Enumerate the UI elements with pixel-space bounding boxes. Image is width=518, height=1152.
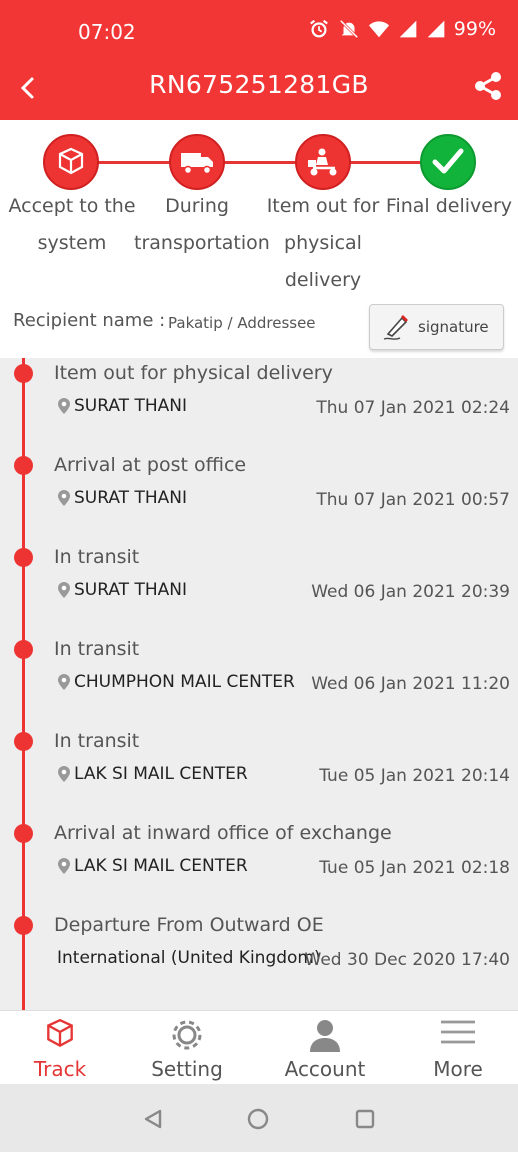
event-time: Tue 05 Jan 2021 20:14 [319,766,510,786]
gear-icon [172,1020,202,1050]
delivery-progress-panel: Accept to the system During transportati… [0,120,518,358]
menu-icon [441,1020,475,1044]
nav-setting-label: Setting [151,1057,223,1081]
step-accept-circle [43,134,99,190]
event-time: Wed 06 Jan 2021 20:39 [311,582,510,602]
timeline-dot [14,548,33,567]
signal-icon [399,20,417,38]
nav-track[interactable]: Track [0,1011,120,1085]
bottom-navigation: Track Setting Account More [0,1010,518,1084]
event-time: Thu 07 Jan 2021 00:57 [316,490,510,510]
delivery-scooter-icon [308,148,337,176]
event-location-text: SURAT THANI [74,488,187,508]
share-button[interactable] [470,66,506,106]
app-bar: RN675251281GB [0,56,518,120]
system-recents-icon[interactable] [354,1108,376,1130]
status-time: 07:02 [78,20,136,44]
event-title: Departure From Outward OE [54,914,324,936]
share-icon [475,72,501,100]
location-pin-icon [58,490,70,506]
location-pin-icon [58,398,70,414]
timeline-dot [14,732,33,751]
step-out-for-delivery-circle [295,134,351,190]
timeline-event: Departure From Outward OE International (… [0,914,518,1006]
package-icon [47,1018,73,1048]
status-icons: 99% [308,18,496,40]
event-location: LAK SI MAIL CENTER [57,764,248,784]
event-location: SURAT THANI [57,488,187,508]
step-label-transport: During transportation [134,195,270,254]
event-time: Thu 07 Jan 2021 02:24 [316,398,510,418]
location-pin-icon [58,858,70,874]
location-pin-icon [58,674,70,690]
timeline-dot [14,916,33,935]
event-location: CHUMPHON MAIL CENTER [57,672,295,692]
tracking-timeline[interactable]: Item out for physical delivery SURAT THAN… [0,358,518,1010]
tracking-number-title: RN675251281GB [149,70,369,99]
truck-icon [181,153,213,175]
event-title: Arrival at inward office of exchange [54,822,392,844]
step-label-final: Final delivery [385,195,513,217]
nav-account-label: Account [284,1057,366,1081]
step-label-accept: Accept to the system [8,195,136,254]
timeline-event: Item out for physical delivery SURAT THAN… [0,362,518,454]
status-bar: 07:02 99% [0,0,518,64]
timeline-dot [14,456,33,475]
location-pin-icon [58,766,70,782]
event-location: SURAT THANI [57,396,187,416]
step-final-delivery-circle [420,134,476,190]
timeline-event: In transit CHUMPHON MAIL CENTER Wed 06 Jan… [0,638,518,730]
timeline-dot [14,640,33,659]
wifi-icon [368,21,389,38]
timeline-event: In transit SURAT THANI Wed 06 Jan 2021 20:… [0,546,518,638]
nav-more-label: More [433,1057,483,1081]
event-title: In transit [54,730,140,752]
event-time: Wed 30 Dec 2020 17:40 [304,950,510,970]
step-transport-circle [169,134,225,190]
system-back-icon[interactable] [142,1108,164,1130]
timeline-event: Arrival at post office SURAT THANI Thu 07 … [0,454,518,546]
nav-track-label: Track [33,1057,87,1081]
step-label-out-for-delivery: Item out for physical delivery [266,195,380,291]
event-location-text: SURAT THANI [74,396,187,416]
event-location-text: LAK SI MAIL CENTER [74,856,248,876]
timeline-dot [14,824,33,843]
event-location: LAK SI MAIL CENTER [57,856,248,876]
event-title: Arrival at post office [54,454,247,476]
timeline-event: In transit LAK SI MAIL CENTER Tue 05 Jan 2… [0,730,518,822]
pen-icon [383,315,408,340]
event-location-text: CHUMPHON MAIL CENTER [74,672,295,692]
progress-line [70,161,448,164]
event-location: International (United Kingdom) [57,948,321,968]
nav-account[interactable]: Account [265,1011,385,1085]
system-navigation-bar [0,1084,518,1152]
nav-setting[interactable]: Setting [127,1011,247,1085]
alarm-icon [309,19,328,38]
recipient-value: Pakatip / Addressee [168,314,316,332]
timeline-event: Arrival at inward office of exchange LAK … [0,822,518,914]
nav-more[interactable]: More [398,1011,518,1085]
signal-roaming-icon [427,20,445,38]
user-icon [310,1020,340,1052]
event-location-text: SURAT THANI [74,580,187,600]
event-location: SURAT THANI [57,580,187,600]
checkmark-icon [432,148,464,174]
battery-level: 99% [453,18,496,40]
event-time: Tue 05 Jan 2021 02:18 [319,858,510,878]
system-home-icon[interactable] [247,1108,269,1130]
event-title: Item out for physical delivery [54,362,333,384]
mute-bell-icon [339,19,358,39]
event-title: In transit [54,546,140,568]
event-time: Wed 06 Jan 2021 11:20 [311,674,510,694]
event-title: In transit [54,638,140,660]
event-location-text: International (United Kingdom) [57,948,321,968]
signature-button[interactable]: signature [369,304,504,350]
signature-label: signature [418,318,489,336]
event-location-text: LAK SI MAIL CENTER [74,764,248,784]
package-icon [58,147,84,175]
location-pin-icon [58,582,70,598]
recipient-label: Recipient name : [13,310,166,331]
timeline-dot [14,364,33,383]
